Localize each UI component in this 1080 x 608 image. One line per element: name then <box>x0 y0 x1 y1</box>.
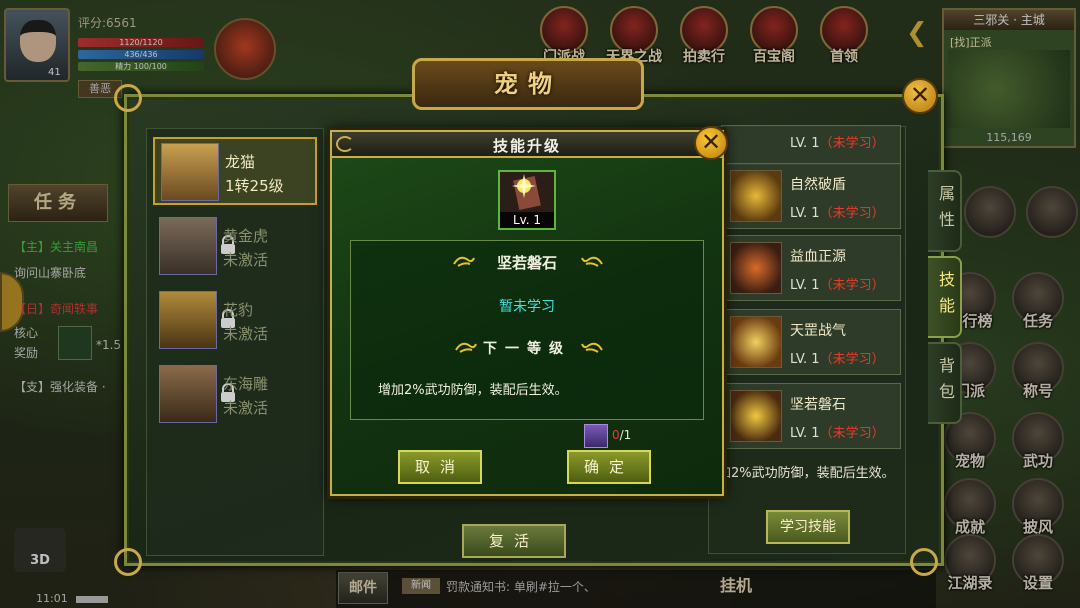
material-total: /1 <box>619 428 632 442</box>
corner-ornament-icon <box>114 84 142 112</box>
skill-level-text: LV. 1 <box>790 426 820 441</box>
shield-icon <box>730 170 782 222</box>
skill-level: LV. 1（未学习） <box>790 274 885 293</box>
tab-backpack[interactable]: 背包 <box>928 342 962 424</box>
skill-name: 自然破盾 <box>790 177 846 193</box>
pet-name: 花豹 <box>223 301 254 319</box>
tab-skills[interactable]: 技能 <box>928 256 962 338</box>
leopard-icon <box>159 291 217 349</box>
skill-level-text: LV. 1 <box>790 352 820 367</box>
skill-row[interactable]: 坚若磐石 LV. 1（未学习） <box>721 383 901 449</box>
skill-name: 益血正源 <box>790 249 846 265</box>
skill-state: （未学习） <box>819 352 885 367</box>
tiger-icon <box>159 217 217 275</box>
corner-ornament-icon <box>114 548 142 576</box>
pet-name: 龙猫 <box>225 153 256 171</box>
pet-item-longmao[interactable]: 龙猫 1转25级 <box>153 137 317 205</box>
pet-level: 1转25级 <box>225 177 284 195</box>
skill-description: 加2%武功防御，装配后生效。 <box>718 466 895 481</box>
learn-skill-button[interactable]: 学习技能 <box>766 510 850 544</box>
skill-row[interactable]: 益血正源 LV. 1（未学习） <box>721 235 901 301</box>
skill-level-text: LV. 1 <box>790 206 820 221</box>
skill-level: LV. 1（未学习） <box>790 422 885 441</box>
skill-book-icon[interactable] <box>584 424 608 448</box>
skill-state: （未学习） <box>819 206 885 221</box>
pet-item-eagle[interactable]: 东海雕 未激活 <box>153 361 317 429</box>
material-count: 0/1 <box>612 428 631 442</box>
eagle-icon <box>159 365 217 423</box>
skill-name: 天罡战气 <box>790 323 846 339</box>
pet-name: 黄金虎 <box>223 227 269 245</box>
tab-attributes[interactable]: 属性 <box>928 170 962 252</box>
next-level-description: 增加2%武功防御，装配后生效。 <box>378 383 568 398</box>
skill-state: （未学习） <box>819 426 885 441</box>
confirm-button[interactable]: 确定 <box>567 450 651 484</box>
skill-level: LV. 1（未学习） <box>790 348 885 367</box>
revive-button[interactable]: 复活 <box>462 524 566 558</box>
skill-icon-level: Lv. 1 <box>500 212 554 228</box>
dialog-skill-status: 暂未学习 <box>499 299 555 315</box>
skill-level-text: LV. 1 <box>790 278 820 293</box>
next-level-heading: 下一等级 <box>483 341 571 357</box>
skill-row[interactable]: LV. 1（未学习） <box>721 125 901 165</box>
aura-icon <box>730 316 782 368</box>
skill-level: LV. 1（未学习） <box>790 132 885 151</box>
dialog-title: 技能升级 <box>492 137 561 155</box>
pet-item-tiger[interactable]: 黄金虎 未激活 <box>153 213 317 281</box>
skill-row[interactable]: 天罡战气 LV. 1（未学习） <box>721 309 901 375</box>
pet-status: 未激活 <box>223 399 269 417</box>
pet-window-close-button[interactable]: ✕ <box>902 78 938 114</box>
skill-name: 坚若磐石 <box>790 397 846 413</box>
blood-icon <box>730 242 782 294</box>
chinchilla-icon <box>161 143 219 201</box>
skill-state: （未学习） <box>819 278 885 293</box>
sparkle-icon <box>512 174 541 210</box>
pet-status: 未激活 <box>223 251 269 269</box>
pet-window-title: 宠物 <box>412 58 644 110</box>
skill-row[interactable]: 自然破盾 LV. 1（未学习） <box>721 163 901 229</box>
cancel-button[interactable]: 取消 <box>398 450 482 484</box>
rock-icon <box>730 390 782 442</box>
dialog-close-button[interactable]: ✕ <box>694 126 728 160</box>
corner-ornament-icon <box>910 548 938 576</box>
material-current: 0 <box>612 428 620 442</box>
pet-name: 东海雕 <box>223 375 269 393</box>
skill-rock-icon: Lv. 1 <box>498 170 556 230</box>
pet-item-leopard[interactable]: 花豹 未激活 <box>153 287 317 355</box>
skill-level-text: LV. 1 <box>790 136 820 151</box>
dialog-skill-name: 坚若磐石 <box>496 254 557 272</box>
pet-list: 龙猫 1转25级 黄金虎 未激活 花豹 未激活 东海雕 未激活 <box>146 128 324 556</box>
swirl-ornament-icon <box>581 256 603 267</box>
skill-state: （未学习） <box>819 136 885 151</box>
dialog-header: 技能升级 <box>332 132 722 158</box>
skill-level: LV. 1（未学习） <box>790 202 885 221</box>
skill-list: LV. 1（未学习） 自然破盾 LV. 1（未学习） 益血正源 LV. 1（未学… <box>708 125 906 554</box>
pet-status: 未激活 <box>223 325 269 343</box>
swirl-ornament-icon <box>581 342 603 353</box>
